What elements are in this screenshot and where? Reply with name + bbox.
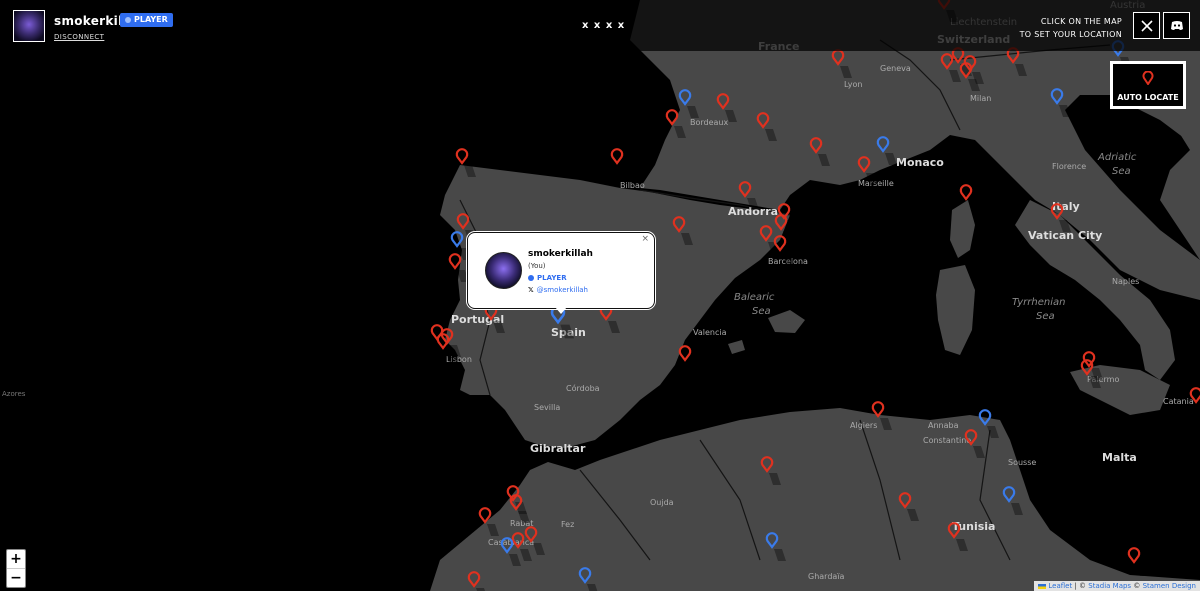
map-label: Geneva <box>880 64 911 73</box>
ukraine-flag-icon <box>1038 583 1047 589</box>
instruction-text: CLICK ON THE MAP TO SET YOUR LOCATION <box>1020 15 1122 41</box>
popup-close-button[interactable]: × <box>641 234 649 244</box>
popup-social-link[interactable]: 𝕏 @smokerkillah <box>528 286 588 294</box>
location-pin-icon <box>1142 71 1154 85</box>
map-label: Catania <box>1163 397 1194 406</box>
map-label: Sea <box>752 306 771 317</box>
map-label: Florence <box>1052 162 1086 171</box>
zoom-control: + − <box>6 549 26 588</box>
map-label: Sea <box>1112 166 1131 177</box>
role-label: PLAYER <box>134 15 168 24</box>
leaflet-link[interactable]: Leaflet <box>1048 582 1072 590</box>
popup-you-label: (You) <box>528 262 546 270</box>
map-label: Sea <box>1036 311 1055 322</box>
map-label: Ghardaïa <box>808 572 845 581</box>
map-label: Naples <box>1112 277 1139 286</box>
map-label: Italy <box>1052 200 1080 213</box>
popup-avatar <box>485 252 522 289</box>
stadia-link[interactable]: Stadia Maps <box>1088 582 1131 590</box>
avatar[interactable] <box>13 10 45 42</box>
role-badge: PLAYER <box>120 13 173 27</box>
instruction-line-2: TO SET YOUR LOCATION <box>1019 30 1122 39</box>
attr-sep: | <box>1074 582 1077 590</box>
player-popup: smokerkillah (You) PLAYER 𝕏 @smokerkilla… <box>467 232 655 314</box>
x-button[interactable] <box>1133 12 1160 39</box>
map-label: Sousse <box>1008 458 1036 467</box>
map-label: Valencia <box>693 328 727 337</box>
center-mark: x x x x <box>582 20 626 31</box>
top-bar: smokerkillah PLAYER DISCONNECT x x x x C… <box>0 0 1200 51</box>
role-dot-icon <box>528 275 534 281</box>
discord-icon <box>1170 21 1183 30</box>
map-label: Córdoba <box>566 383 600 393</box>
discord-button[interactable] <box>1163 12 1190 39</box>
stamen-link[interactable]: Stamen Design <box>1143 582 1196 590</box>
zoom-in-button[interactable]: + <box>7 550 25 568</box>
popup-role-label: PLAYER <box>537 274 567 282</box>
map-label: Balearic <box>734 292 775 303</box>
map-label: Monaco <box>896 156 944 169</box>
instruction-line-1: CLICK ON THE MAP <box>1040 17 1122 26</box>
map-label: Oujda <box>650 498 674 507</box>
x-logo-icon <box>1140 19 1153 32</box>
attr-copy-2: © <box>1133 582 1141 590</box>
map-label: Bilbao <box>620 181 645 190</box>
map-label: Algiers <box>850 421 877 430</box>
map-label: Annaba <box>928 421 959 430</box>
map-label: Malta <box>1102 451 1137 464</box>
map-label: Constantine <box>923 436 971 445</box>
map-label: Tyrrhenian <box>1012 297 1065 308</box>
map-label: Milan <box>970 94 991 103</box>
map-label: Fez <box>561 520 574 529</box>
auto-locate-button[interactable]: AUTO LOCATE <box>1110 61 1186 109</box>
map-label: Bordeaux <box>690 118 729 127</box>
map-label: Adriatic <box>1097 152 1137 163</box>
map-label: Gibraltar <box>530 442 586 455</box>
popup-role: PLAYER <box>528 274 567 282</box>
popup-social-handle: @smokerkillah <box>536 286 588 294</box>
map-label: Sevilla <box>534 403 560 412</box>
map-label: Lyon <box>844 80 862 89</box>
role-dot-icon <box>125 17 131 23</box>
attribution: Leaflet | © Stadia Maps © Stamen Design <box>1034 581 1200 591</box>
auto-locate-label: AUTO LOCATE <box>1117 93 1179 102</box>
disconnect-link[interactable]: DISCONNECT <box>54 33 104 41</box>
attr-copy-1: © <box>1079 582 1087 590</box>
map-label: Azores <box>2 390 26 398</box>
zoom-out-button[interactable]: − <box>7 568 25 587</box>
x-logo-icon: 𝕏 <box>528 286 534 294</box>
popup-tip <box>555 307 567 314</box>
popup-username: smokerkillah <box>528 249 593 259</box>
